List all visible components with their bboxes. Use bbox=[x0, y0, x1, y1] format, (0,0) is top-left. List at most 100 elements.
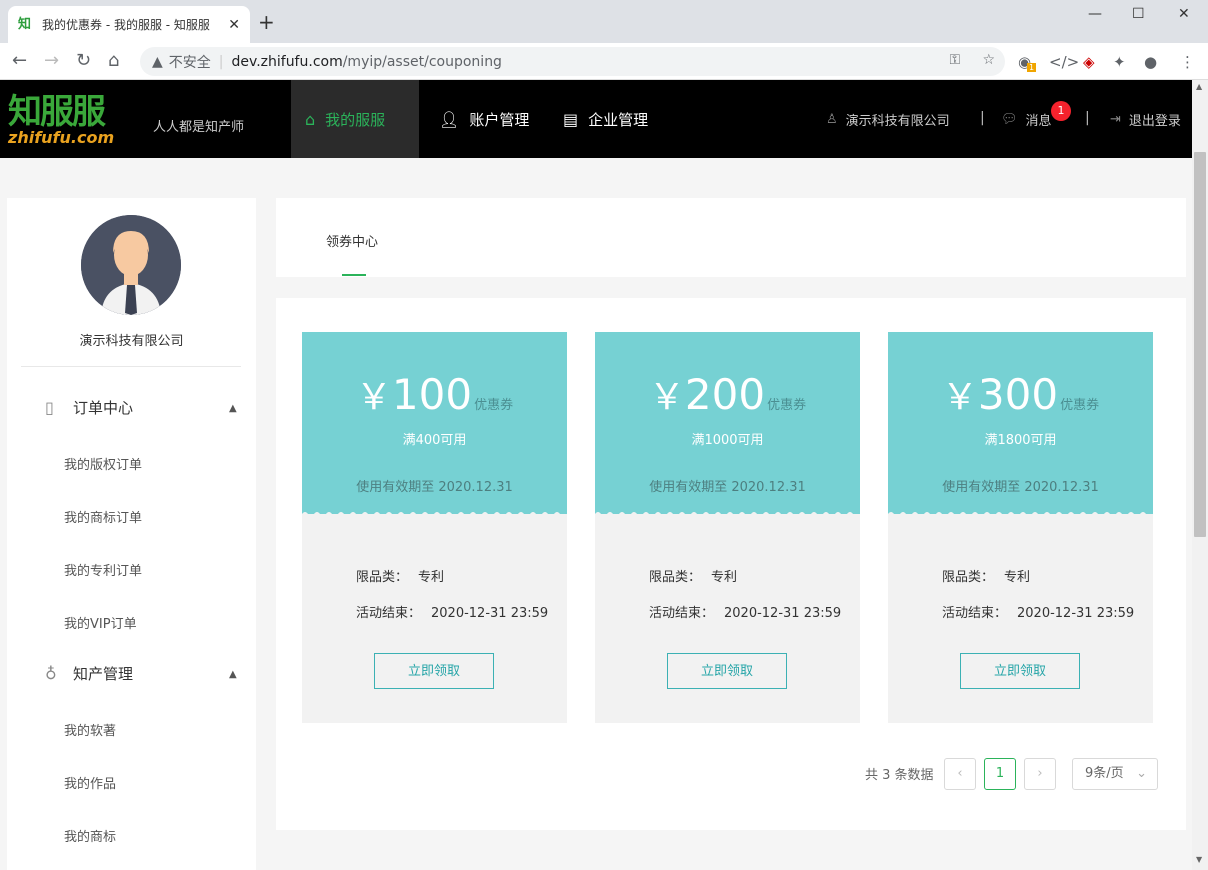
coupon-amount: ￥200 优惠券 bbox=[595, 368, 860, 420]
browser-tab[interactable]: 知 我的优惠券 - 我的服服 - 知服服 ✕ bbox=[8, 6, 250, 43]
coupon-category-value: 专利 bbox=[418, 570, 445, 585]
close-window-icon[interactable]: ✕ bbox=[1178, 6, 1190, 22]
insecure-label[interactable]: 不安全 bbox=[169, 52, 211, 72]
coupon-card: ￥300 优惠券 满1800可用 使用有效期至 2020.12.31 限品类： 专利… bbox=[888, 332, 1153, 723]
nav-label: 账户管理 bbox=[469, 110, 530, 129]
menu-group-label: 知产管理 bbox=[73, 665, 134, 683]
address-separator: | bbox=[218, 53, 224, 70]
sidebar-item-vip-orders[interactable]: 我的VIP订单 bbox=[64, 613, 137, 632]
header-divider: | bbox=[1085, 110, 1090, 126]
coupon-end-label: 活动结束： bbox=[942, 606, 1008, 621]
chevron-up-icon[interactable]: ▲ bbox=[229, 403, 237, 414]
messages-label: 消息 bbox=[1025, 113, 1052, 129]
building-icon: ▤ bbox=[563, 109, 579, 129]
chevron-down-icon: ⌄ bbox=[1136, 766, 1147, 781]
code-extension-icon[interactable]: </> bbox=[1049, 53, 1079, 71]
back-icon[interactable]: ← bbox=[12, 51, 27, 71]
page-scrollbar[interactable]: ▲ ▼ bbox=[1192, 80, 1208, 870]
profile-icon[interactable]: ● bbox=[1144, 53, 1157, 71]
reload-icon[interactable]: ↻ bbox=[76, 51, 91, 71]
extension-badge: 1 bbox=[1027, 63, 1037, 72]
puzzle-extensions-icon[interactable]: ✦ bbox=[1113, 53, 1126, 71]
sidebar-item-software-copyrights[interactable]: 我的软著 bbox=[64, 720, 116, 739]
close-tab-icon[interactable]: ✕ bbox=[228, 17, 240, 33]
home-icon: ⌂ bbox=[305, 109, 316, 129]
claim-coupon-button[interactable]: 立即领取 bbox=[374, 653, 494, 689]
minimize-window-icon[interactable]: — bbox=[1088, 6, 1102, 22]
key-icon[interactable]: ⚿ bbox=[950, 52, 961, 68]
header-messages[interactable]: 💬︎ 消息 bbox=[1001, 80, 1052, 158]
logout-link[interactable]: ⇥ 退出登录 bbox=[1110, 80, 1181, 158]
pagination-page-1[interactable]: 1 bbox=[984, 758, 1016, 790]
warning-icon[interactable]: ▲ bbox=[152, 54, 163, 70]
pagination-prev-button[interactable]: ‹ bbox=[944, 758, 976, 790]
logo-english: zhifufu.com bbox=[8, 128, 115, 147]
coupon-card: ￥200 优惠券 满1000可用 使用有效期至 2020.12.31 限品类： 专利… bbox=[595, 332, 860, 723]
coupon-category-line: 限品类： 专利 bbox=[356, 566, 444, 585]
page-size-select[interactable]: 9条/页 ⌄ bbox=[1072, 758, 1158, 790]
menu-group-label: 订单中心 bbox=[73, 399, 134, 417]
pdf-extension-icon[interactable]: ◈ bbox=[1083, 53, 1095, 71]
coupon-wave-edge bbox=[888, 512, 1153, 518]
menu-group-orders[interactable]: ▯ 订单中心 bbox=[45, 397, 133, 418]
sidebar-item-trademark-orders[interactable]: 我的商标订单 bbox=[64, 507, 142, 526]
sidebar-item-trademarks[interactable]: 我的商标 bbox=[64, 826, 116, 845]
claim-coupon-button[interactable]: 立即领取 bbox=[667, 653, 787, 689]
coupon-end-line: 活动结束： 2020-12-31 23:59 bbox=[356, 602, 548, 621]
coupon-category-label: 限品类： bbox=[356, 570, 409, 585]
content-tabs: 领券中心 bbox=[276, 198, 1186, 277]
tab-coupon-center[interactable]: 领券中心 bbox=[326, 231, 378, 250]
coupon-end-line: 活动结束： 2020-12-31 23:59 bbox=[649, 602, 841, 621]
nav-enterprise[interactable]: ▤ 企业管理 bbox=[549, 80, 662, 158]
claim-coupon-button[interactable]: 立即领取 bbox=[960, 653, 1080, 689]
bookmark-star-icon[interactable]: ☆ bbox=[982, 52, 995, 68]
site-logo[interactable]: 知服服 zhifufu.com bbox=[8, 94, 148, 146]
document-icon: ▯ bbox=[45, 398, 54, 417]
avatar[interactable] bbox=[81, 215, 181, 315]
coupon-category-label: 限品类： bbox=[649, 570, 702, 585]
coupon-category-value: 专利 bbox=[711, 570, 738, 585]
nav-my-fufu[interactable]: ⌂ 我的服服 bbox=[291, 80, 419, 158]
menu-group-ip-management[interactable]: ♁ 知产管理 bbox=[45, 663, 133, 684]
scrollbar-thumb[interactable] bbox=[1194, 152, 1206, 537]
sidebar-item-patent-orders[interactable]: 我的专利订单 bbox=[64, 560, 142, 579]
coupon-amount: ￥100 优惠券 bbox=[302, 368, 567, 420]
coupon-condition: 满1800可用 bbox=[984, 433, 1057, 448]
coupon-end-line: 活动结束： 2020-12-31 23:59 bbox=[942, 602, 1134, 621]
logout-label: 退出登录 bbox=[1128, 113, 1181, 129]
sidebar-item-works[interactable]: 我的作品 bbox=[64, 773, 116, 792]
coupon-tag: 优惠券 bbox=[767, 398, 807, 413]
message-count-badge: 1 bbox=[1051, 101, 1071, 121]
address-bar[interactable]: ▲ 不安全 | dev.zhifufu.com/myip/asset/coupo… bbox=[140, 47, 1005, 76]
pagination-next-button[interactable]: › bbox=[1024, 758, 1056, 790]
header-company-name: 演示科技有限公司 bbox=[845, 113, 950, 129]
new-tab-button[interactable]: + bbox=[258, 12, 275, 32]
chat-bubble-icon: 💬︎ bbox=[1001, 111, 1018, 127]
logout-icon: ⇥ bbox=[1110, 111, 1121, 127]
header-company[interactable]: ♙ 演示科技有限公司 bbox=[826, 80, 950, 158]
scroll-up-icon[interactable]: ▲ bbox=[1196, 82, 1202, 91]
coupon-currency: ￥ bbox=[941, 377, 978, 418]
coupon-validity: 使用有效期至 2020.12.31 bbox=[649, 480, 806, 495]
page-size-value: 9条/页 bbox=[1085, 766, 1124, 781]
maximize-window-icon[interactable]: ☐ bbox=[1132, 6, 1145, 22]
browser-menu-icon[interactable]: ⋮ bbox=[1180, 53, 1195, 71]
nav-account[interactable]: 👤︎ 账户管理 bbox=[425, 80, 543, 158]
coupon-value: 300 bbox=[977, 370, 1059, 419]
coupon-tag: 优惠券 bbox=[474, 398, 514, 413]
coupon-value: 200 bbox=[684, 370, 766, 419]
sidebar-company-name: 演示科技有限公司 bbox=[79, 334, 184, 349]
coupon-validity: 使用有效期至 2020.12.31 bbox=[942, 480, 1099, 495]
site-slogan: 人人都是知产师 bbox=[153, 120, 245, 135]
home-browser-icon[interactable]: ⌂ bbox=[108, 51, 119, 71]
coupon-end-value: 2020-12-31 23:59 bbox=[724, 606, 842, 621]
user-outline-icon: ♙ bbox=[826, 111, 838, 127]
sidebar-item-copyright-orders[interactable]: 我的版权订单 bbox=[64, 454, 142, 473]
scroll-down-icon[interactable]: ▼ bbox=[1196, 855, 1202, 864]
coupon-wave-edge bbox=[595, 512, 860, 518]
chevron-up-icon[interactable]: ▲ bbox=[229, 669, 237, 680]
coupon-category-line: 限品类： 专利 bbox=[942, 566, 1030, 585]
forward-icon[interactable]: → bbox=[44, 51, 59, 71]
url-path: /myip/asset/couponing bbox=[342, 53, 502, 70]
active-tab-indicator bbox=[342, 274, 366, 276]
